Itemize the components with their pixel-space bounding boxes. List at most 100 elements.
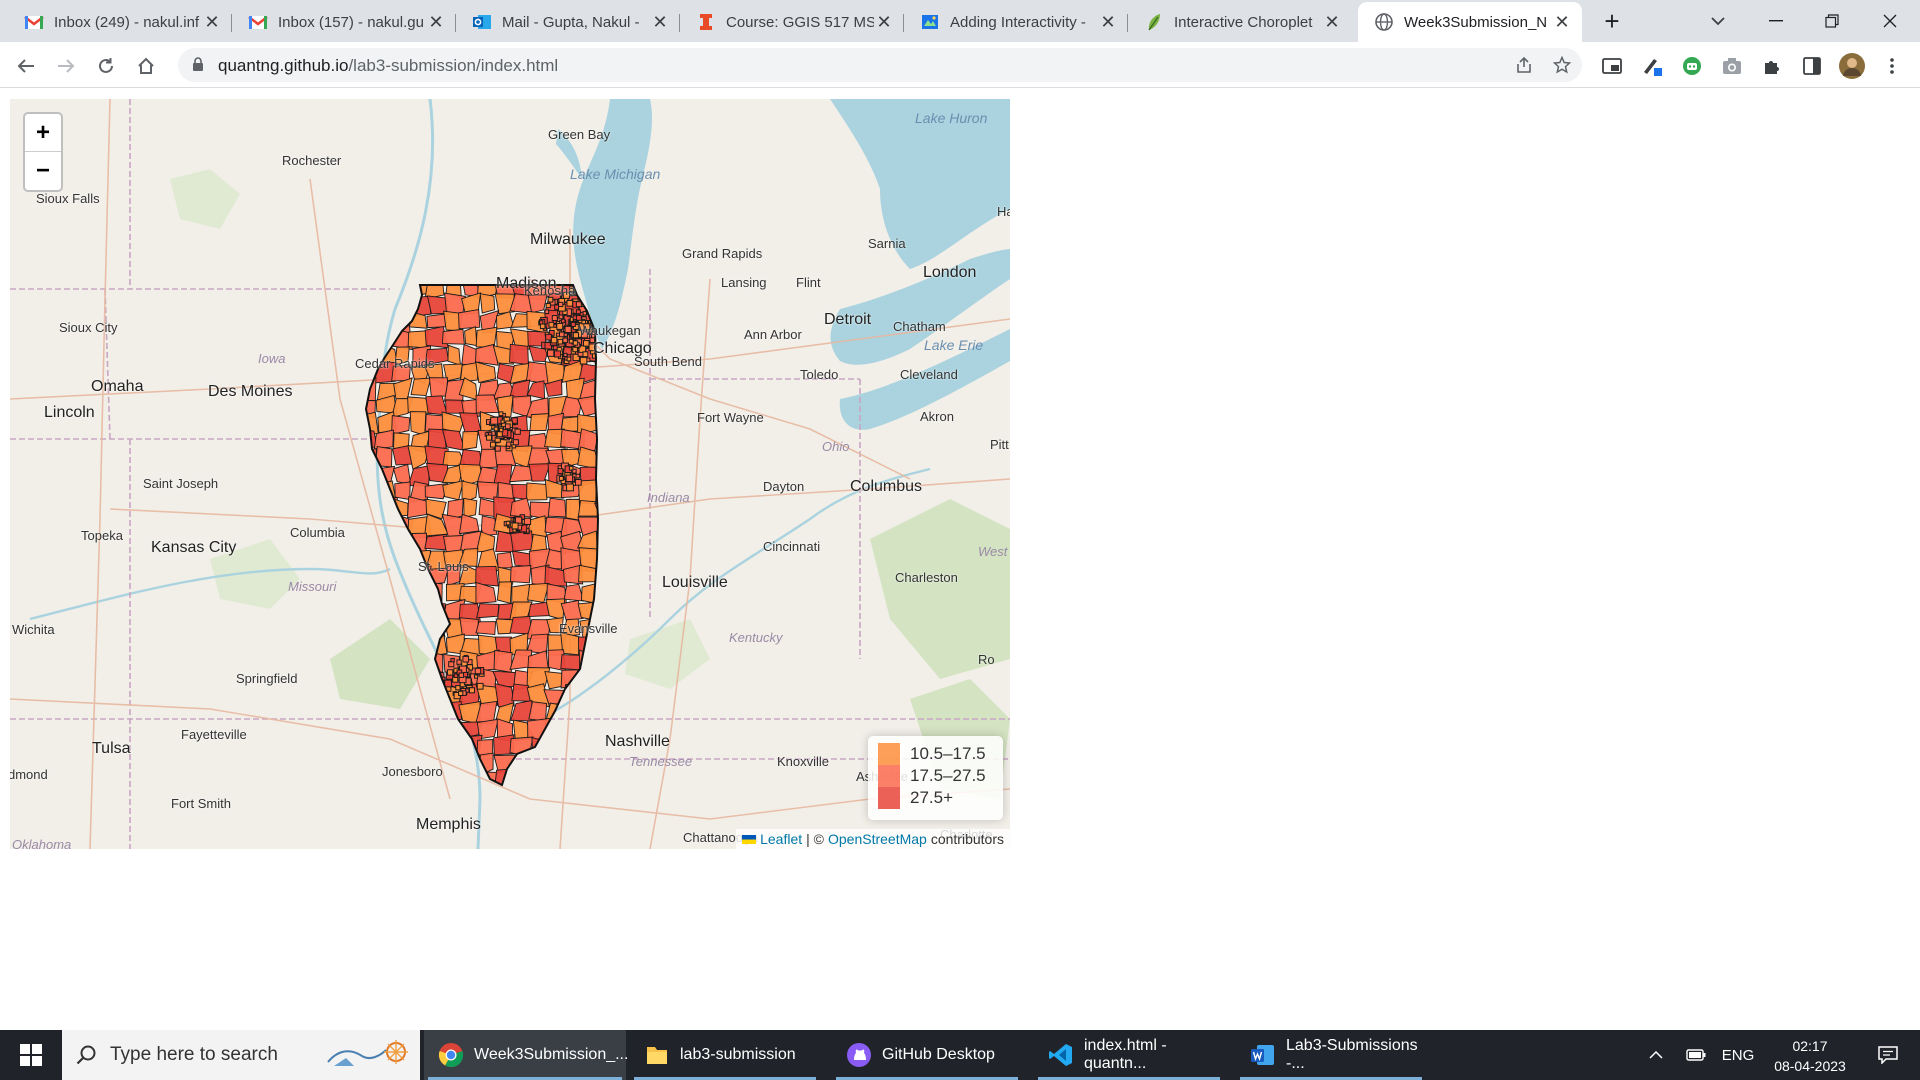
close-tab-icon[interactable]: ✕ [426, 12, 446, 33]
choropleth-tract[interactable] [597, 531, 614, 553]
choropleth-tract[interactable] [394, 787, 412, 809]
choropleth-tract[interactable] [560, 318, 566, 324]
choropleth-tract[interactable] [595, 752, 613, 774]
side-panel-icon[interactable] [1796, 50, 1828, 82]
choropleth-tract[interactable] [376, 665, 397, 690]
leaflet-link[interactable]: Leaflet [760, 831, 802, 847]
choropleth-tract[interactable] [391, 687, 413, 708]
zoom-out-button[interactable]: − [25, 152, 61, 190]
home-icon[interactable] [130, 50, 162, 82]
choropleth-tract[interactable] [585, 300, 594, 309]
choropleth-tract[interactable] [442, 740, 464, 754]
choropleth-tract[interactable] [592, 304, 597, 309]
choropleth-tract[interactable] [493, 787, 514, 808]
close-tab-icon[interactable]: ✕ [202, 12, 222, 33]
choropleth-tract[interactable] [461, 753, 480, 775]
choropleth-tract[interactable] [410, 377, 432, 397]
choropleth-tract[interactable] [362, 313, 376, 332]
choropleth-tract[interactable] [579, 753, 601, 775]
choropleth-tract[interactable] [594, 563, 617, 589]
choropleth-tract[interactable] [375, 549, 396, 569]
choropleth-tract[interactable] [458, 513, 480, 535]
back-arrow-icon[interactable] [10, 50, 42, 82]
choropleth-tract[interactable] [394, 721, 412, 742]
choropleth-tract[interactable] [509, 343, 529, 366]
choropleth-tract[interactable] [553, 350, 562, 358]
choropleth-tract[interactable] [596, 303, 601, 309]
choropleth-tract[interactable] [579, 279, 597, 296]
tab-course-ggis[interactable]: Course: GGIS 517 MS ✕ [680, 2, 904, 42]
choropleth-tract[interactable] [425, 615, 446, 638]
choropleth-tract[interactable] [375, 309, 395, 333]
choropleth-tract[interactable] [552, 345, 558, 351]
choropleth-tract[interactable] [462, 655, 470, 663]
choropleth-tract[interactable] [408, 787, 430, 808]
choropleth-tract[interactable] [596, 686, 618, 708]
choropleth-tract[interactable] [372, 683, 396, 708]
choropleth-tract[interactable] [545, 333, 552, 341]
choropleth-tract[interactable] [496, 581, 513, 604]
choropleth-tract[interactable] [583, 296, 592, 304]
choropleth-tract[interactable] [513, 754, 531, 777]
choropleth-tract[interactable] [550, 336, 558, 344]
choropleth-tract[interactable] [600, 399, 616, 417]
address-bar[interactable]: quantng.github.io/lab3-submission/index.… [178, 48, 1582, 82]
choropleth-tract[interactable] [357, 739, 379, 756]
choropleth-tract[interactable] [409, 651, 431, 673]
choropleth-tract[interactable] [357, 583, 379, 603]
choropleth-tract[interactable] [504, 423, 511, 430]
choropleth-tract[interactable] [360, 654, 380, 672]
choropleth-tract[interactable] [545, 788, 563, 805]
choropleth-tract[interactable] [357, 479, 380, 501]
choropleth-tract[interactable] [514, 428, 521, 435]
choropleth-tract[interactable] [577, 601, 598, 622]
choropleth-tract[interactable] [545, 302, 551, 309]
choropleth-tract[interactable] [508, 464, 533, 483]
choropleth-tract[interactable] [566, 299, 574, 307]
choropleth-tract[interactable] [566, 483, 574, 492]
choropleth-tract[interactable] [595, 482, 616, 503]
choropleth-tract[interactable] [446, 669, 454, 676]
choropleth-tract[interactable] [511, 789, 530, 809]
choropleth-tract[interactable] [374, 632, 393, 655]
choropleth-tract[interactable] [357, 496, 381, 519]
choropleth-tract[interactable] [468, 687, 476, 694]
choropleth-tract[interactable] [547, 349, 555, 357]
zoom-in-button[interactable]: + [25, 114, 61, 152]
choropleth-tract[interactable] [582, 351, 589, 358]
choropleth-tract[interactable] [476, 682, 484, 690]
choropleth-tract[interactable] [575, 314, 582, 321]
camera-extension-icon[interactable] [1716, 50, 1748, 82]
taskbar-app-chrome[interactable]: Week3Submission_... [424, 1030, 628, 1080]
choropleth-tract[interactable] [529, 501, 551, 520]
choropleth-tract[interactable] [551, 315, 558, 322]
choropleth-tract[interactable] [593, 299, 598, 305]
choropleth-tract[interactable] [498, 427, 504, 433]
choropleth-tract[interactable] [373, 564, 396, 589]
choropleth-tract[interactable] [473, 674, 479, 679]
language-indicator[interactable]: ENG [1718, 1030, 1758, 1080]
close-tab-icon[interactable]: ✕ [1322, 12, 1342, 33]
choropleth-tract[interactable] [428, 377, 449, 398]
restore-window-button[interactable] [1804, 0, 1860, 42]
close-window-button[interactable] [1862, 0, 1918, 42]
choropleth-tract[interactable] [579, 356, 588, 365]
choropleth-tract[interactable] [580, 582, 599, 605]
choropleth-tract[interactable] [375, 718, 396, 737]
picture-in-picture-icon[interactable] [1596, 50, 1628, 82]
choropleth-tract[interactable] [594, 670, 618, 689]
choropleth-tract[interactable] [357, 462, 375, 486]
choropleth-tract[interactable] [428, 734, 444, 753]
choropleth-tract[interactable] [490, 416, 499, 425]
choropleth-tract[interactable] [555, 332, 560, 337]
choropleth-tract[interactable] [359, 531, 381, 554]
choropleth-tract[interactable] [514, 516, 523, 524]
choropleth-tract[interactable] [395, 649, 415, 671]
choropleth-tract[interactable] [458, 690, 464, 697]
choropleth-tract[interactable] [394, 565, 415, 585]
taskbar-app-github-desktop[interactable]: GitHub Desktop [832, 1030, 1022, 1080]
choropleth-tract[interactable] [463, 497, 478, 518]
choropleth-tract[interactable] [496, 431, 503, 438]
choropleth-tract[interactable] [575, 473, 581, 479]
choropleth-tract[interactable] [599, 314, 602, 317]
